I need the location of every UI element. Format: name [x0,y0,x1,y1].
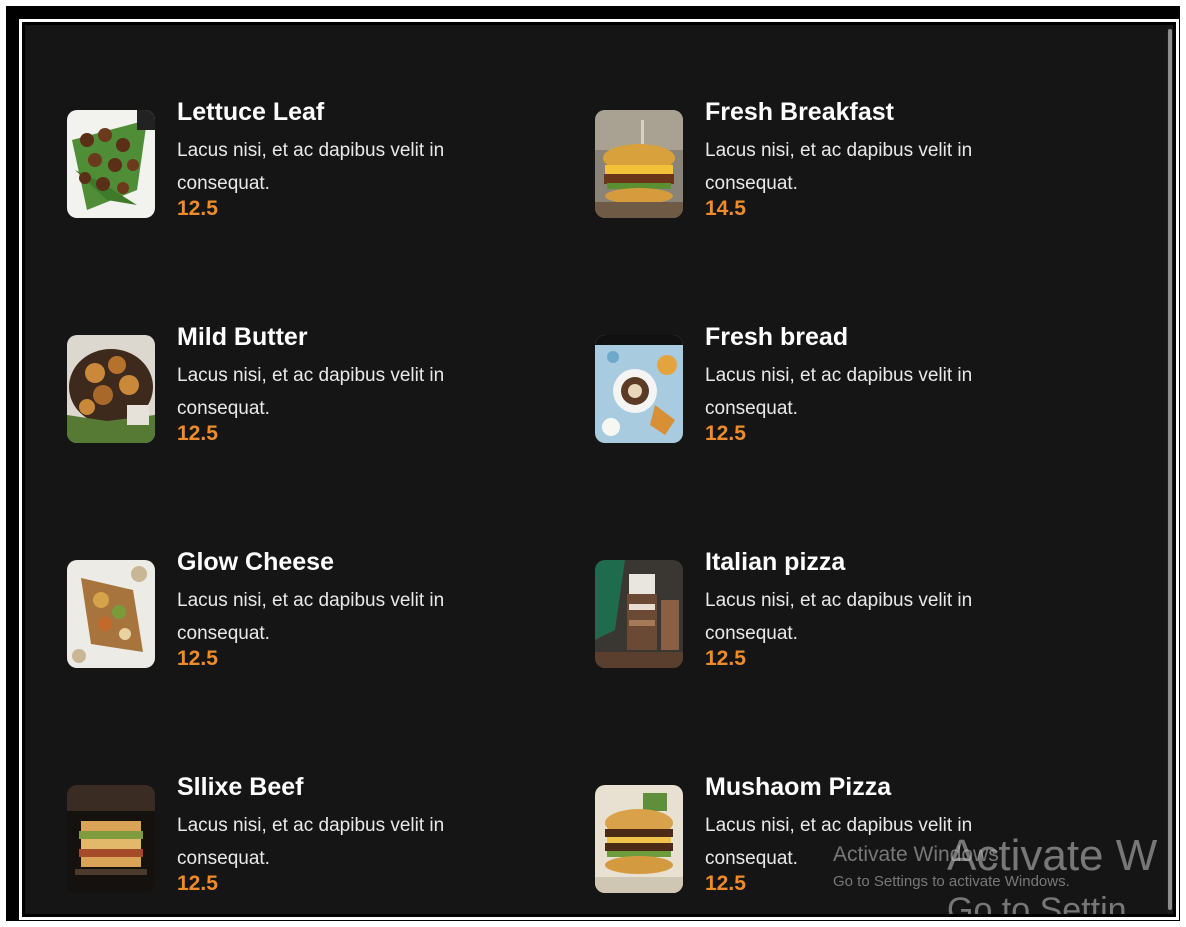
item-price: 12.5 [177,197,218,220]
item-description: Lacus nisi, et ac dapibus velit in conse… [177,590,445,644]
item-description: Lacus nisi, et ac dapibus velit in conse… [177,365,445,419]
item-title: Fresh bread [705,323,849,351]
item-price: 12.5 [705,872,746,895]
milkshake-photo [595,560,683,668]
item-price: 14.5 [705,197,746,220]
item-description: Lacus nisi, et ac dapibus velit in conse… [705,140,973,194]
item-description: Lacus nisi, et ac dapibus velit in conse… [177,140,445,194]
item-price: 12.5 [705,647,746,670]
item-price: 12.5 [177,872,218,895]
menu-item-mild-butter: Mild Butter Lacus nisi, et ac dapibus ve… [67,322,567,445]
menu-item-lettuce-leaf: Lettuce Leaf Lacus nisi, et ac dapibus v… [67,97,567,220]
activation-watermark-big-subtitle: Go to Settin [947,891,1127,914]
double-burger-photo [595,785,683,893]
burger-photo [595,110,683,218]
sandwich-photo [67,785,155,893]
menu-item-italian-pizza: Italian pizza Lacus nisi, et ac dapibus … [595,547,1095,670]
vertical-scrollbar[interactable] [1167,25,1173,914]
item-description: Lacus nisi, et ac dapibus velit in conse… [705,365,973,419]
scrollbar-thumb[interactable] [1168,29,1172,910]
item-price: 12.5 [177,422,218,445]
item-description: Lacus nisi, et ac dapibus velit in conse… [705,590,973,644]
screenshot-inner-frame: Lettuce Leaf Lacus nisi, et ac dapibus v… [19,19,1179,920]
item-title: Mushaom Pizza [705,773,892,801]
menu-item-sllixe-beef: Sllixe Beef Lacus nisi, et ac dapibus ve… [67,772,567,895]
item-title: Glow Cheese [177,548,334,576]
item-price: 12.5 [705,422,746,445]
item-title: Mild Butter [177,323,308,351]
item-title: Sllixe Beef [177,773,304,801]
roast-potato-photo [67,335,155,443]
screenshot-outer-frame: Lettuce Leaf Lacus nisi, et ac dapibus v… [6,6,1180,921]
snack-board-photo [67,560,155,668]
item-title: Italian pizza [705,548,846,576]
item-title: Fresh Breakfast [705,98,894,126]
menu-item-fresh-breakfast: Fresh Breakfast Lacus nisi, et ac dapibu… [595,97,1095,220]
menu-item-fresh-bread: Fresh bread Lacus nisi, et ac dapibus ve… [595,322,1095,445]
menu-item-glow-cheese: Glow Cheese Lacus nisi, et ac dapibus ve… [67,547,567,670]
menu-section: Lettuce Leaf Lacus nisi, et ac dapibus v… [25,25,1173,914]
item-description: Lacus nisi, et ac dapibus velit in conse… [177,815,445,869]
item-title: Lettuce Leaf [177,98,325,126]
activation-watermark-big-title: Activate W [947,831,1158,880]
breakfast-table-photo [595,335,683,443]
item-price: 12.5 [177,647,218,670]
meatball-salad-photo [67,110,155,218]
